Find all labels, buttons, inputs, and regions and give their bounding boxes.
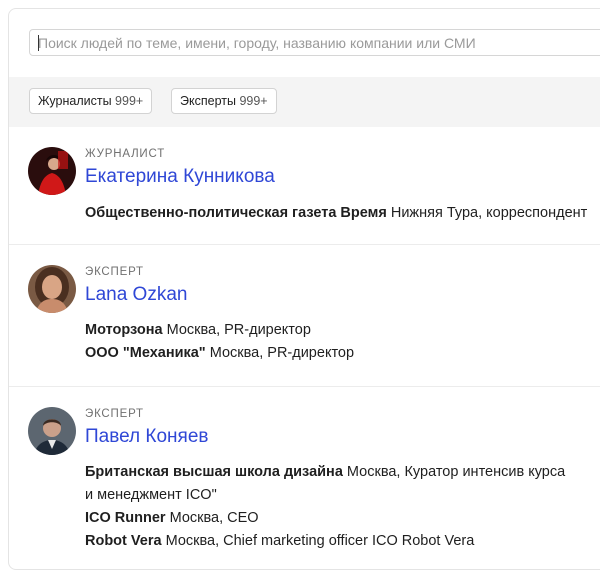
job-item: ООО "Механика" Москва, PR-директор bbox=[85, 342, 600, 365]
filter-label: Журналисты bbox=[38, 94, 112, 108]
filter-journalists-button[interactable]: Журналисты 999+ bbox=[29, 88, 153, 114]
job-item: Британская высшая школа дизайна Москва, … bbox=[85, 461, 600, 484]
job-item: Robot Vera Москва, Chief marketing offic… bbox=[85, 530, 600, 553]
avatar[interactable] bbox=[28, 147, 76, 195]
person-name-link[interactable]: Lana Ozkan bbox=[85, 284, 187, 306]
job-list: Британская высшая школа дизайна Москва, … bbox=[85, 461, 600, 553]
text-caret bbox=[38, 35, 39, 51]
avatar[interactable] bbox=[28, 265, 76, 313]
filter-count: 999+ bbox=[115, 94, 144, 108]
search-bar bbox=[9, 9, 600, 77]
job-details: Москва, CEO bbox=[169, 510, 259, 526]
filter-experts-button[interactable]: Эксперты 999+ bbox=[171, 88, 277, 114]
search-results-panel: Журналисты 999+ Эксперты 999+ ЖУРНАЛИСТ … bbox=[8, 8, 600, 570]
list-item: ЭКСПЕРТ Павел Коняев Британская высшая ш… bbox=[9, 387, 600, 557]
organization-name: ООО "Механика" bbox=[85, 345, 206, 361]
job-details: Москва, PR-директор bbox=[209, 345, 355, 361]
organization-name: Моторзона bbox=[85, 322, 163, 338]
filter-bar: Журналисты 999+ Эксперты 999+ bbox=[9, 77, 600, 127]
job-item: и менеджмент ICO" bbox=[85, 484, 600, 507]
person-role: ЭКСПЕРТ bbox=[85, 408, 144, 420]
avatar-photo-icon bbox=[28, 147, 76, 195]
job-details: Москва, PR-директор bbox=[166, 322, 311, 338]
job-item: Общественно-политическая газета Время Ни… bbox=[85, 202, 600, 225]
job-list: Моторзона Москва, PR-директор ООО "Механ… bbox=[85, 319, 600, 365]
job-details: Нижняя Тура, корреспондент bbox=[390, 205, 588, 221]
organization-name: Британская высшая школа дизайна bbox=[85, 464, 343, 480]
avatar-photo-icon bbox=[28, 265, 76, 313]
job-details: Москва, Куратор интенсив курса bbox=[346, 464, 566, 480]
list-item: ЖУРНАЛИСТ Екатерина Кунникова Общественн… bbox=[9, 127, 600, 245]
list-item: ЭКСПЕРТ Lana Ozkan Моторзона Москва, PR-… bbox=[9, 245, 600, 387]
search-input[interactable] bbox=[29, 29, 600, 56]
job-item: ICO Runner Москва, CEO bbox=[85, 507, 600, 530]
job-item: Моторзона Москва, PR-директор bbox=[85, 319, 600, 342]
person-role: ЖУРНАЛИСТ bbox=[85, 148, 166, 160]
job-list: Общественно-политическая газета Время Ни… bbox=[85, 202, 600, 225]
person-name-link[interactable]: Павел Коняев bbox=[85, 426, 208, 448]
job-details: и менеджмент ICO" bbox=[85, 487, 217, 503]
avatar-photo-icon bbox=[28, 407, 76, 455]
person-role: ЭКСПЕРТ bbox=[85, 266, 144, 278]
filter-label: Эксперты bbox=[180, 94, 236, 108]
person-name-link[interactable]: Екатерина Кунникова bbox=[85, 166, 275, 188]
filter-count: 999+ bbox=[239, 94, 268, 108]
avatar[interactable] bbox=[28, 407, 76, 455]
organization-name: Общественно-политическая газета Время bbox=[85, 205, 387, 221]
job-details: Москва, Chief marketing officer ICO Robo… bbox=[165, 533, 475, 549]
organization-name: ICO Runner bbox=[85, 510, 166, 526]
organization-name: Robot Vera bbox=[85, 533, 162, 549]
